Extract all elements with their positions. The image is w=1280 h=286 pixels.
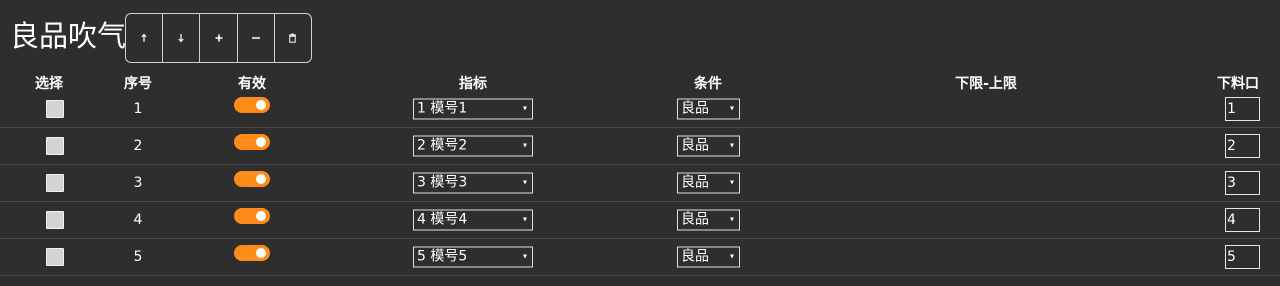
row-condition-value: 良品 — [681, 248, 709, 265]
chevron-down-icon — [523, 180, 527, 185]
row-enabled-toggle[interactable] — [234, 97, 270, 113]
chevron-down-icon — [730, 254, 734, 259]
row-metric-value: 4 模号4 — [417, 211, 468, 228]
row-condition-select[interactable]: 良品 — [677, 135, 740, 157]
row-index: 5 — [133, 249, 143, 265]
row-condition-value: 良品 — [681, 211, 709, 228]
arrow-down-icon — [178, 34, 184, 43]
row-outlet-input[interactable]: 4 — [1225, 208, 1260, 232]
row-select-checkbox[interactable] — [46, 174, 64, 192]
move-up-button[interactable] — [126, 14, 164, 62]
header-condition: 条件 — [694, 76, 722, 92]
table-row: 1 1 模号1 良品 1 — [0, 91, 1280, 128]
row-enabled-toggle[interactable] — [234, 208, 270, 224]
add-row-button[interactable] — [200, 14, 238, 62]
row-condition-select[interactable]: 良品 — [677, 172, 740, 194]
table-header: 选择 序号 有效 指标 条件 下限-上限 下料口 — [0, 73, 1280, 92]
chevron-down-icon — [523, 143, 527, 148]
row-outlet-input[interactable]: 3 — [1225, 171, 1260, 195]
table-row: 4 4 模号4 良品 4 — [0, 202, 1280, 239]
table-row: 5 5 模号5 良品 5 — [0, 239, 1280, 276]
table-row: 2 2 模号2 良品 2 — [0, 128, 1280, 165]
row-outlet-input[interactable]: 1 — [1225, 97, 1260, 121]
row-metric-value: 2 模号2 — [417, 137, 468, 154]
plus-icon — [215, 34, 222, 42]
header-enabled: 有效 — [238, 76, 266, 92]
row-condition-value: 良品 — [681, 137, 709, 154]
row-outlet-input[interactable]: 2 — [1225, 134, 1260, 158]
delete-button[interactable] — [275, 14, 311, 62]
row-enabled-toggle[interactable] — [234, 134, 270, 150]
row-metric-select[interactable]: 3 模号3 — [413, 172, 533, 194]
chevron-down-icon — [523, 254, 527, 259]
row-index: 3 — [133, 175, 143, 191]
header-outlet: 下料口 — [1217, 76, 1259, 92]
chevron-down-icon — [523, 106, 527, 111]
row-select-checkbox[interactable] — [46, 100, 64, 118]
chevron-down-icon — [730, 217, 734, 222]
header-select: 选择 — [35, 76, 63, 92]
row-select-checkbox[interactable] — [46, 137, 64, 155]
row-metric-value: 1 模号1 — [417, 100, 468, 117]
arrow-up-icon — [141, 33, 147, 42]
row-index: 4 — [133, 212, 143, 228]
page-title: 良品吹气 — [10, 19, 127, 53]
chevron-down-icon — [730, 180, 734, 185]
row-index: 2 — [133, 138, 143, 154]
chevron-down-icon — [523, 217, 527, 222]
row-condition-value: 良品 — [681, 100, 709, 117]
header-range: 下限-上限 — [955, 76, 1017, 92]
row-metric-select[interactable]: 4 模号4 — [413, 209, 533, 231]
minus-icon — [251, 37, 260, 39]
toolbar — [125, 13, 312, 63]
row-enabled-toggle[interactable] — [234, 245, 270, 261]
row-enabled-toggle[interactable] — [234, 171, 270, 187]
blow-config-page: 良品吹气 选择 序号 有效 指标 条件 下限-上限 下料口 1 1 模号1 良品… — [0, 0, 1280, 286]
row-metric-value: 5 模号5 — [417, 248, 468, 265]
row-condition-select[interactable]: 良品 — [677, 246, 740, 268]
row-metric-select[interactable]: 5 模号5 — [413, 246, 533, 268]
row-metric-select[interactable]: 1 模号1 — [413, 98, 533, 120]
row-metric-value: 3 模号3 — [417, 174, 468, 191]
header-metric: 指标 — [459, 76, 487, 92]
row-metric-select[interactable]: 2 模号2 — [413, 135, 533, 157]
row-condition-value: 良品 — [681, 174, 709, 191]
row-outlet-input[interactable]: 5 — [1225, 245, 1260, 269]
table-row: 3 3 模号3 良品 3 — [0, 165, 1280, 202]
row-index: 1 — [133, 101, 143, 117]
header-index: 序号 — [124, 76, 152, 92]
chevron-down-icon — [730, 143, 734, 148]
chevron-down-icon — [730, 106, 734, 111]
row-condition-select[interactable]: 良品 — [677, 98, 740, 120]
trash-icon — [289, 33, 297, 43]
row-select-checkbox[interactable] — [46, 211, 64, 229]
move-down-button[interactable] — [163, 14, 201, 62]
remove-row-button[interactable] — [238, 14, 275, 62]
row-condition-select[interactable]: 良品 — [677, 209, 740, 231]
row-select-checkbox[interactable] — [46, 248, 64, 266]
